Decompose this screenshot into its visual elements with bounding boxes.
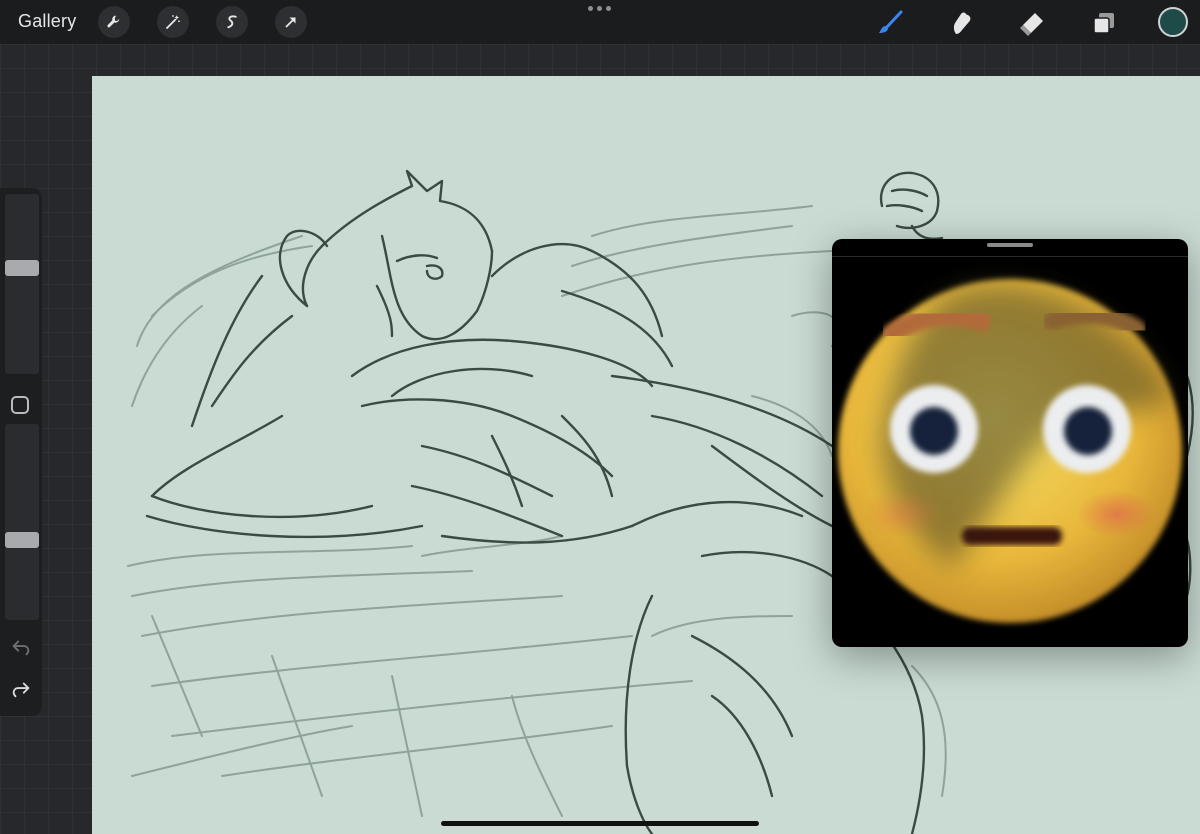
top-toolbar: Gallery [0,0,1200,44]
selection-icon [227,15,237,29]
color-picker-swatch[interactable] [1158,7,1188,37]
dot [588,6,593,11]
brush-icon [879,10,903,33]
blushing-emoji-icon [838,279,1182,623]
opacity-slider-thumb[interactable] [5,532,39,548]
eraser-tool-button[interactable] [1017,8,1047,38]
selection-button[interactable] [216,6,248,38]
smudge-icon [953,12,971,34]
more-options-button[interactable] [588,6,611,11]
dot [597,6,602,11]
actions-button[interactable] [98,6,130,38]
undo-icon[interactable] [10,636,32,658]
brush-tool-button[interactable] [875,8,905,38]
layers-button[interactable] [1089,8,1119,38]
brush-size-slider-thumb[interactable] [5,259,39,276]
opacity-slider[interactable] [5,424,39,620]
dot [606,6,611,11]
home-indicator[interactable] [441,821,759,826]
picture-in-picture-window[interactable] [832,239,1188,647]
wrench-icon [107,15,120,28]
adjustments-button[interactable] [157,6,189,38]
magic-wand-icon [166,15,180,29]
layers-icon [1093,13,1114,34]
gallery-button[interactable]: Gallery [18,11,76,32]
eraser-icon [1020,13,1043,36]
redo-icon[interactable] [10,678,32,700]
smudge-tool-button[interactable] [946,8,976,38]
transform-arrow-icon [285,17,296,28]
left-sidebar [0,188,42,716]
transform-button[interactable] [275,6,307,38]
modify-button[interactable] [11,396,29,414]
brush-size-slider[interactable] [5,194,39,374]
